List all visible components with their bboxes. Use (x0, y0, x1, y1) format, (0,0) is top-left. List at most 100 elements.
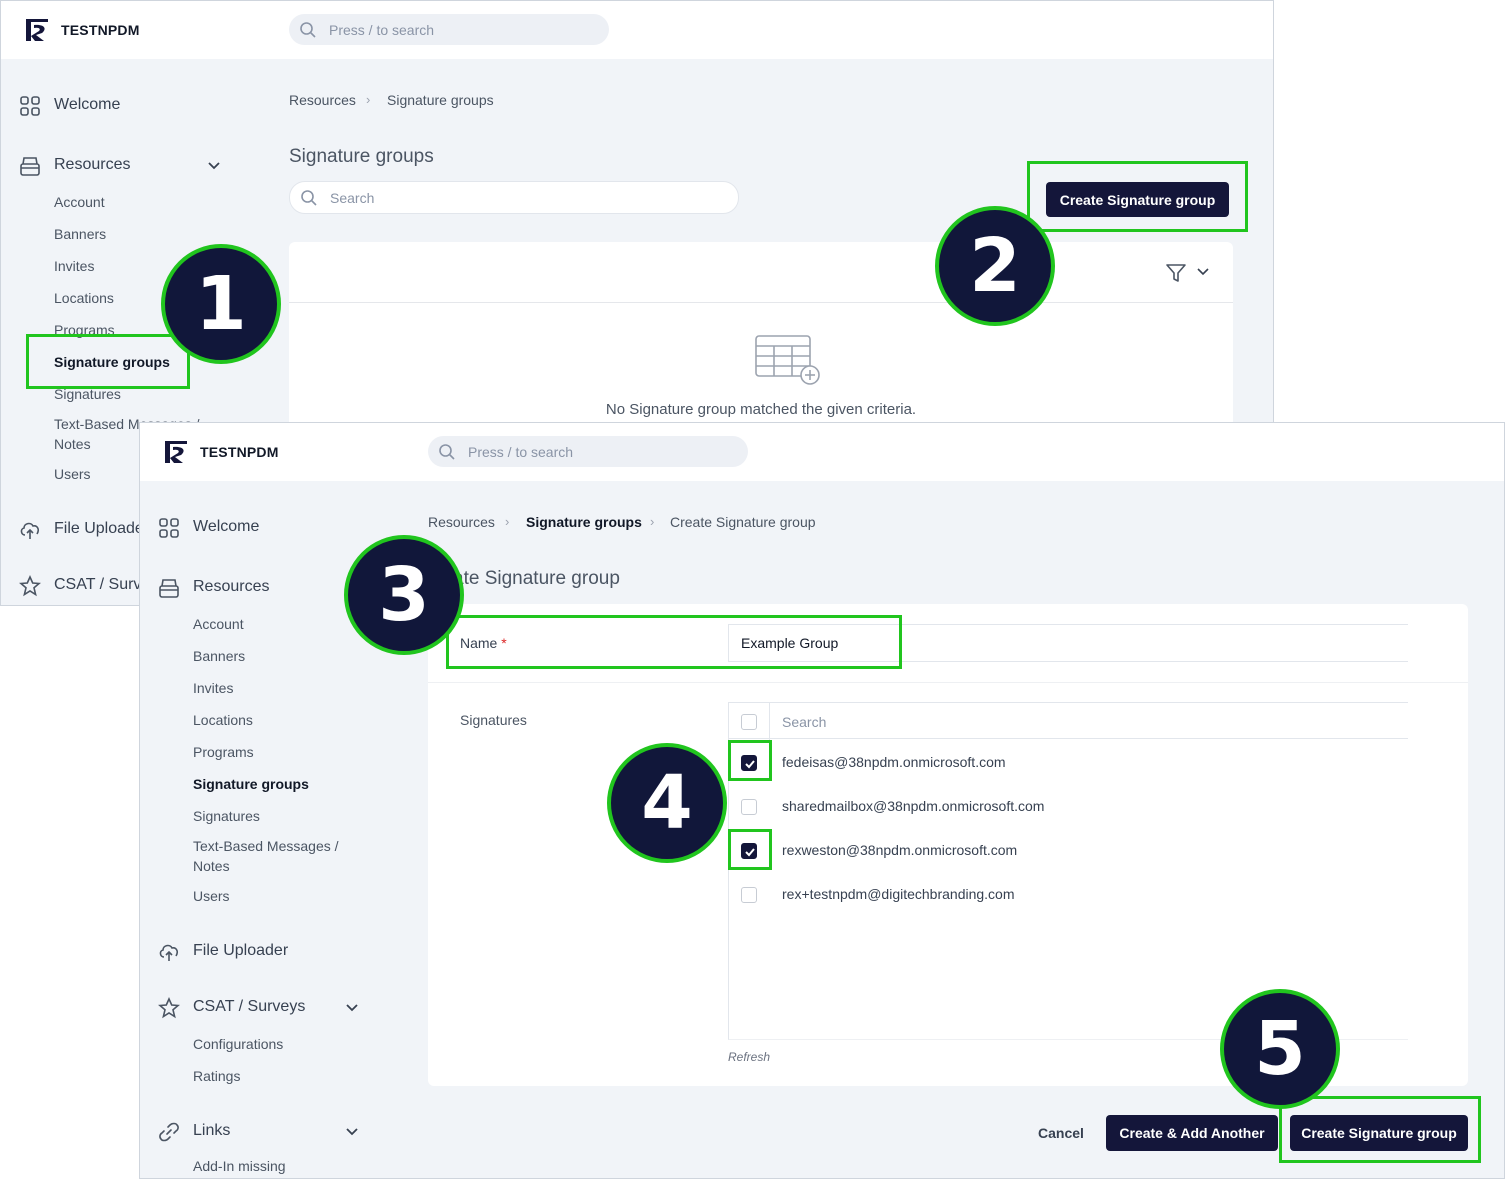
nav-text-based-messages[interactable]: Text-Based Messages / (193, 838, 339, 854)
chevron-down-icon[interactable] (345, 1001, 359, 1015)
chevron-down-icon[interactable] (345, 1125, 359, 1139)
nav-configurations[interactable]: Configurations (193, 1036, 283, 1052)
empty-table-icon (755, 335, 820, 385)
signature-checkbox[interactable] (741, 799, 757, 815)
create-and-add-another-button[interactable]: Create & Add Another (1106, 1115, 1278, 1151)
check-icon (745, 760, 755, 769)
star-icon (19, 575, 41, 597)
cancel-button[interactable]: Cancel (1038, 1125, 1084, 1141)
filter-icon[interactable] (1165, 262, 1187, 284)
nav-locations[interactable]: Locations (193, 712, 253, 728)
nav-programs[interactable]: Programs (193, 744, 254, 760)
create-signature-group-button[interactable]: Create Signature group (1046, 182, 1229, 217)
name-label: Name * (460, 635, 507, 651)
link-icon (159, 1122, 179, 1142)
star-icon (158, 997, 180, 1019)
nav-invites[interactable]: Invites (193, 680, 233, 696)
step-badge-5: 5 (1220, 989, 1340, 1109)
form-divider (428, 682, 1468, 683)
top-bar: TESTNPDM Press / to search (1, 1, 1273, 59)
signatures-label: Signatures (460, 712, 527, 728)
signatures-list: Search (728, 702, 1408, 1040)
signature-email: fedeisas@38npdm.onmicrosoft.com (782, 754, 1006, 770)
nav-signatures[interactable]: Signatures (193, 808, 260, 824)
name-input-value: Example Group (741, 635, 839, 651)
step-badge-4: 4 (607, 743, 727, 863)
nav-account[interactable]: Account (193, 616, 244, 632)
global-search-input[interactable]: Press / to search (428, 436, 748, 467)
search-placeholder: Search (330, 190, 375, 206)
table-header-divider (289, 302, 1233, 303)
name-input[interactable]: Example Group (728, 624, 1408, 662)
nav-notes[interactable]: Notes (193, 858, 230, 874)
create-signature-group-submit-button[interactable]: Create Signature group (1290, 1115, 1468, 1151)
archive-icon (20, 157, 40, 176)
search-icon (300, 22, 316, 38)
signature-checkbox[interactable] (741, 887, 757, 903)
nav-notes[interactable]: Notes (54, 436, 91, 452)
nav-signatures[interactable]: Signatures (54, 386, 121, 402)
search-icon (301, 190, 317, 206)
brand-logo-icon (165, 441, 187, 463)
global-search-input[interactable]: Press / to search (289, 14, 609, 45)
nav-add-in-missing[interactable]: Add-In missing (193, 1158, 286, 1174)
signature-checkbox[interactable] (741, 843, 757, 859)
step-badge-2: 2 (935, 206, 1055, 326)
filter-chevron-down-icon[interactable] (1196, 265, 1210, 279)
global-search-placeholder: Press / to search (468, 444, 574, 460)
page-title: ate Signature group (453, 568, 620, 589)
nav-csat-surveys[interactable]: CSAT / Surveys (193, 998, 305, 1016)
search-icon (439, 444, 455, 460)
nav-file-uploader[interactable]: File Uploade (54, 520, 144, 538)
page-title: Signature groups (289, 146, 434, 167)
nav-signature-groups[interactable]: Signature groups (193, 776, 309, 792)
empty-state-text: No Signature group matched the given cri… (605, 401, 917, 418)
breadcrumb-signature-groups[interactable]: Signature groups (526, 514, 642, 530)
search-divider (769, 703, 770, 740)
breadcrumb-resources[interactable]: Resources (428, 514, 495, 530)
nav-file-uploader[interactable]: File Uploader (193, 942, 288, 960)
signatures-search-row: Search (729, 702, 1408, 740)
nav-banners[interactable]: Banners (54, 226, 106, 242)
nav-users[interactable]: Users (193, 888, 230, 904)
top-bar: TESTNPDM Press / to search (140, 423, 1504, 481)
signature-groups-search-input[interactable]: Search (289, 181, 739, 214)
nav-invites[interactable]: Invites (54, 258, 94, 274)
nav-banners[interactable]: Banners (193, 648, 245, 664)
cloud-upload-icon (20, 522, 40, 539)
chevron-down-icon[interactable] (207, 159, 221, 173)
signature-email: rexweston@38npdm.onmicrosoft.com (782, 842, 1018, 858)
refresh-link[interactable]: Refresh (728, 1050, 770, 1064)
nav-signature-groups[interactable]: Signature groups (54, 354, 170, 370)
nav-locations[interactable]: Locations (54, 290, 114, 306)
step-badge-1: 1 (161, 244, 281, 364)
global-search-placeholder: Press / to search (329, 22, 435, 38)
grid-icon (159, 518, 179, 538)
cloud-upload-icon (159, 944, 179, 961)
nav-programs[interactable]: Programs (54, 322, 115, 338)
breadcrumb-separator-icon: › (505, 514, 510, 529)
nav-resources[interactable]: Resources (54, 156, 130, 174)
nav-links[interactable]: Links (193, 1122, 230, 1140)
nav-users[interactable]: Users (54, 466, 91, 482)
breadcrumb-create-signature-group: Create Signature group (670, 514, 816, 530)
nav-welcome[interactable]: Welcome (193, 518, 259, 536)
select-all-checkbox[interactable] (741, 714, 757, 730)
brand-logo-icon (26, 19, 48, 41)
nav-welcome[interactable]: Welcome (54, 96, 120, 114)
signature-email: sharedmailbox@38npdm.onmicrosoft.com (782, 798, 1045, 814)
nav-csat-surveys[interactable]: CSAT / Surv (54, 576, 141, 594)
brand-name: TESTNPDM (200, 444, 279, 460)
breadcrumb-resources[interactable]: Resources (289, 92, 356, 108)
nav-account[interactable]: Account (54, 194, 105, 210)
brand-name: TESTNPDM (61, 22, 140, 38)
check-icon (745, 848, 755, 857)
breadcrumb-separator-icon: › (650, 514, 655, 529)
breadcrumb-signature-groups[interactable]: Signature groups (387, 92, 494, 108)
signature-email: rex+testnpdm@digitechbranding.com (782, 886, 1015, 902)
nav-resources[interactable]: Resources (193, 578, 269, 596)
grid-icon (20, 96, 40, 116)
signatures-search-input[interactable]: Search (782, 714, 826, 730)
signature-checkbox[interactable] (741, 755, 757, 771)
nav-ratings[interactable]: Ratings (193, 1068, 240, 1084)
